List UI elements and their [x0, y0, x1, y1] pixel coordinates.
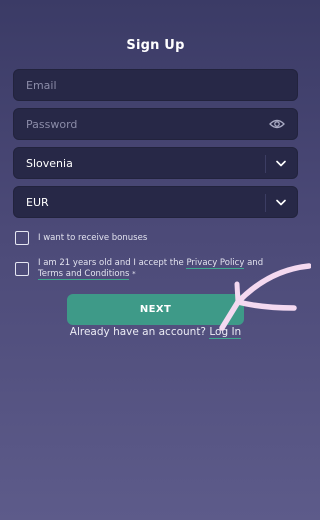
currency-select[interactable]: EUR	[13, 186, 298, 218]
chevron-down-icon[interactable]	[276, 199, 286, 206]
email-input[interactable]	[14, 70, 297, 100]
select-divider	[265, 194, 266, 212]
eye-icon[interactable]	[269, 118, 285, 130]
password-field-container[interactable]	[13, 108, 298, 140]
terms-and-conditions-link[interactable]: Terms and Conditions	[38, 269, 130, 280]
chevron-down-icon[interactable]	[276, 160, 286, 167]
account-prompt-text: Already have an account?	[69, 326, 207, 338]
bonuses-checkbox[interactable]	[15, 231, 29, 245]
password-input[interactable]	[14, 109, 297, 139]
page-title: Sign Up	[126, 38, 185, 53]
country-select-value: Slovenia	[26, 157, 73, 170]
terms-prefix-text: I am 21 years old and I accept the	[38, 258, 187, 268]
select-divider	[265, 155, 266, 173]
hand-drawn-arrow	[219, 263, 311, 331]
terms-checkbox[interactable]	[15, 262, 29, 276]
email-field-container[interactable]	[13, 69, 298, 101]
bonuses-checkbox-label: I want to receive bonuses	[38, 233, 148, 243]
currency-select-value: EUR	[26, 196, 49, 209]
country-select[interactable]: Slovenia	[13, 147, 298, 179]
required-mark: *	[132, 270, 136, 278]
